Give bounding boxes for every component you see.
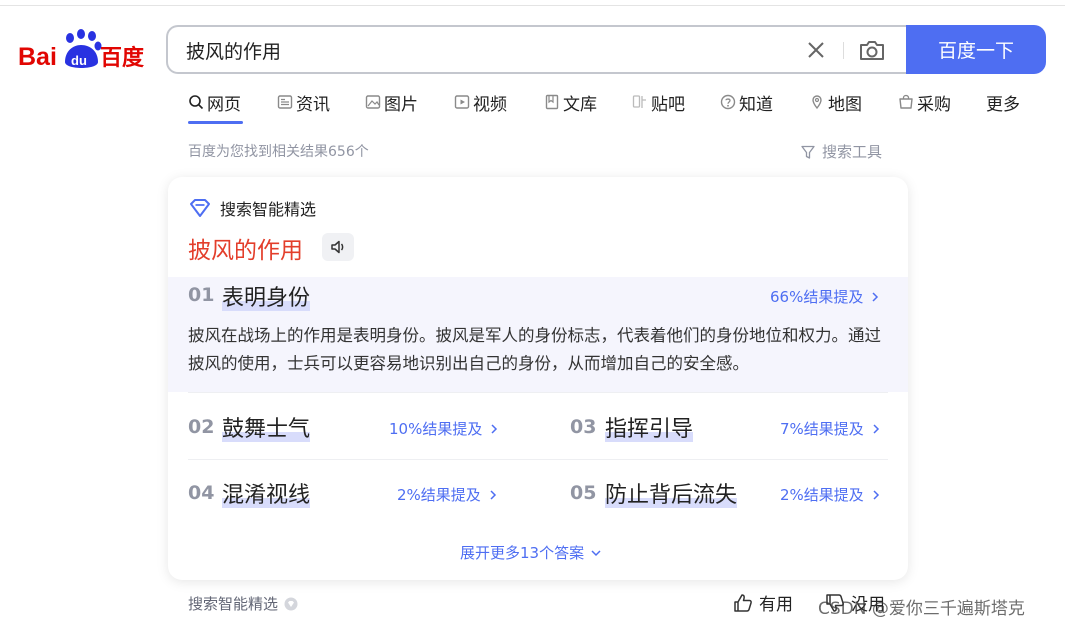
item-mention-link[interactable]: 7%结果提及 bbox=[780, 418, 882, 439]
search-separator bbox=[843, 42, 844, 59]
logo-text-left: Bai bbox=[18, 43, 57, 71]
item-title[interactable]: 指挥引导 bbox=[605, 411, 694, 443]
video-icon bbox=[454, 95, 470, 109]
tab-tieba[interactable]: 贴吧 bbox=[632, 90, 685, 126]
tieba-icon bbox=[632, 95, 646, 108]
item-number: 04 bbox=[188, 482, 215, 504]
search-button[interactable]: 百度一下 bbox=[906, 25, 1046, 74]
camera-icon[interactable] bbox=[858, 37, 886, 63]
logo-text-right: 百度 bbox=[100, 45, 145, 71]
card-tag: 搜索智能精选 bbox=[188, 196, 316, 220]
tab-label: 图片 bbox=[384, 95, 418, 115]
svg-text:du: du bbox=[71, 53, 87, 68]
tab-label: 贴吧 bbox=[651, 95, 685, 115]
tab-map[interactable]: 地图 bbox=[809, 90, 862, 126]
item-mention-link[interactable]: 10%结果提及 bbox=[389, 418, 500, 439]
active-tab-underline bbox=[188, 121, 243, 124]
tab-web[interactable]: 网页 bbox=[188, 90, 243, 126]
tab-zhidao[interactable]: 知道 bbox=[720, 90, 773, 126]
search-icon bbox=[189, 95, 204, 110]
divider bbox=[188, 392, 888, 393]
tab-images[interactable]: 图片 bbox=[365, 90, 418, 126]
top-divider bbox=[0, 5, 1065, 6]
tab-label: 知道 bbox=[739, 95, 773, 115]
chevron-right-icon bbox=[490, 489, 496, 500]
item-number: 02 bbox=[188, 416, 215, 438]
speaker-button[interactable] bbox=[322, 233, 354, 261]
filter-icon bbox=[801, 145, 815, 159]
search-tools-label: 搜索工具 bbox=[822, 143, 883, 161]
clear-icon[interactable] bbox=[804, 38, 828, 62]
tab-label: 采购 bbox=[917, 95, 951, 115]
chevron-right-icon bbox=[491, 423, 498, 434]
info-diamond-icon[interactable] bbox=[284, 597, 298, 611]
tab-label: 地图 bbox=[828, 95, 862, 115]
item-mention-link[interactable]: 66%结果提及 bbox=[770, 286, 881, 307]
result-count: 百度为您找到相关结果656个 bbox=[188, 144, 369, 160]
tab-purchase[interactable]: 采购 bbox=[898, 90, 951, 126]
search-input[interactable] bbox=[186, 37, 746, 63]
purchase-icon bbox=[899, 94, 913, 109]
chevron-right-icon bbox=[872, 291, 879, 302]
image-icon bbox=[365, 95, 381, 109]
speaker-icon bbox=[331, 240, 344, 254]
chevron-right-icon bbox=[873, 423, 879, 434]
item-description: 披风在战场上的作用是表明身份。披风是军人的身份标志，代表着他们的身份地位和权力。… bbox=[188, 326, 881, 373]
item-number: 01 bbox=[188, 284, 215, 306]
footer-source-tag: 搜索智能精选 bbox=[188, 593, 298, 614]
tab-label: 视频 bbox=[473, 95, 507, 115]
search-box bbox=[166, 25, 908, 74]
item-mention-link[interactable]: 2%结果提及 bbox=[780, 484, 882, 505]
smart-answer-card: 搜索智能精选 披风的作用 01 表明身份 66%结果提及 披风在战场上的作用是表… bbox=[168, 177, 908, 580]
baidu-logo[interactable]: Bai du 百度 bbox=[18, 26, 150, 72]
tab-more[interactable]: 更多 bbox=[986, 90, 1020, 126]
card-title: 披风的作用 bbox=[188, 238, 303, 264]
item-title[interactable]: 混淆视线 bbox=[222, 477, 311, 509]
item-mention-link[interactable]: 2%结果提及 bbox=[397, 484, 499, 505]
useful-button[interactable]: 有用 bbox=[733, 590, 793, 615]
card-tag-label: 搜索智能精选 bbox=[220, 200, 317, 219]
item-title[interactable]: 防止背后流失 bbox=[605, 477, 738, 509]
watermark: CSDN @爱你三千遍斯塔克 bbox=[818, 599, 1025, 619]
search-tools-button[interactable]: 搜索工具 bbox=[800, 141, 882, 162]
tab-label: 更多 bbox=[986, 95, 1020, 115]
tab-label: 网页 bbox=[207, 95, 241, 115]
tab-label: 资讯 bbox=[296, 95, 330, 115]
item-number: 05 bbox=[570, 482, 597, 504]
doc-icon bbox=[545, 94, 559, 110]
paw-icon: du bbox=[65, 29, 102, 68]
map-icon bbox=[812, 95, 822, 110]
question-icon bbox=[720, 94, 736, 110]
tab-label: 文库 bbox=[563, 95, 597, 115]
chevron-down-icon bbox=[591, 549, 601, 556]
diamond-icon bbox=[190, 199, 210, 217]
item-title[interactable]: 鼓舞士气 bbox=[222, 411, 311, 443]
item-title[interactable]: 表明身份 bbox=[222, 280, 311, 312]
chevron-right-icon bbox=[873, 489, 879, 500]
item-number: 03 bbox=[570, 416, 597, 438]
tab-video[interactable]: 视频 bbox=[454, 90, 507, 126]
divider bbox=[188, 459, 888, 460]
tab-news[interactable]: 资讯 bbox=[277, 90, 330, 126]
thumbs-up-icon bbox=[734, 593, 752, 612]
expand-more-answers[interactable]: 展开更多13个答案 bbox=[460, 542, 602, 563]
news-icon bbox=[277, 95, 293, 109]
tab-wenku[interactable]: 文库 bbox=[544, 90, 597, 126]
